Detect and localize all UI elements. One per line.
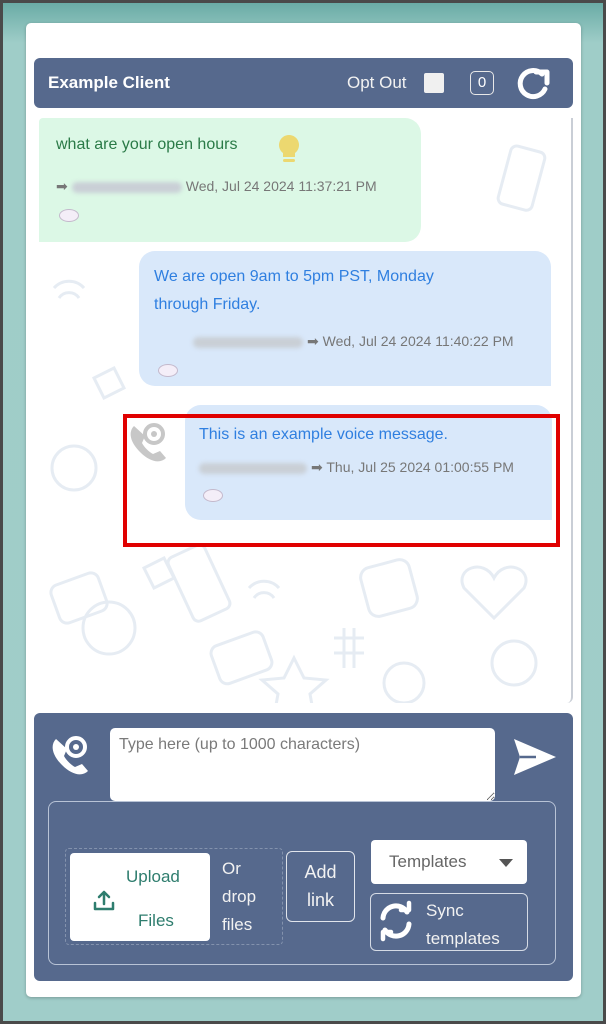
templates-dropdown[interactable]: Templates — [371, 840, 527, 884]
upload-icon — [93, 890, 115, 911]
message-text: what are your open hours — [56, 136, 238, 153]
sync-label-line1: Sync — [426, 901, 464, 920]
arrow-icon: ➡ — [307, 333, 319, 349]
message-timestamp: Wed, Jul 24 2024 11:37:21 PM — [185, 178, 377, 194]
drop-hint-line1: Or — [222, 859, 241, 878]
message-timestamp: Wed, Jul 24 2024 11:40:22 PM — [322, 333, 514, 349]
add-link-line2: link — [306, 890, 334, 910]
arrow-icon: ➡ — [56, 178, 68, 194]
chat-header: Example Client Opt Out 0 — [34, 58, 573, 108]
sync-templates-button[interactable]: Sync templates — [370, 893, 528, 951]
highlight-box — [123, 414, 560, 547]
chat-card: Example Client Opt Out 0 what are your o… — [26, 23, 581, 997]
message-text-line1: We are open 9am to 5pm PST, Monday — [154, 268, 434, 285]
message-input[interactable] — [110, 728, 495, 801]
refresh-icon[interactable] — [512, 63, 554, 105]
message-outgoing: We are open 9am to 5pm PST, Monday throu… — [139, 251, 551, 386]
unread-count-badge: 0 — [470, 71, 494, 95]
composer: Upload Files Or drop files Add link Temp… — [34, 713, 573, 981]
opt-out-label: Opt Out — [347, 73, 407, 92]
reaction-icon[interactable] — [158, 364, 178, 377]
sync-icon — [380, 900, 412, 942]
voice-call-icon[interactable] — [48, 731, 96, 779]
drop-hint-line3: files — [222, 915, 253, 934]
message-meta: ➡ Wed, Jul 24 2024 11:37:21 PM — [56, 178, 377, 195]
drop-files-hint: Or drop files — [222, 855, 282, 939]
page-background: Example Client Opt Out 0 what are your o… — [3, 3, 603, 1021]
client-name: Example Client — [48, 73, 170, 92]
sync-label-line2: templates — [426, 929, 500, 948]
lightbulb-icon — [279, 135, 299, 162]
sender-name-blurred — [193, 336, 303, 348]
message-meta: ➡ Wed, Jul 24 2024 11:40:22 PM — [189, 333, 514, 350]
sync-templates-label: Sync templates — [426, 897, 500, 953]
chevron-down-icon — [499, 859, 513, 867]
add-link-line1: Add — [304, 862, 337, 882]
message-incoming: what are your open hours ➡ Wed, Jul 24 20… — [39, 118, 421, 242]
file-dropzone[interactable]: Upload Files Or drop files — [65, 848, 283, 945]
attachment-panel: Upload Files Or drop files Add link Temp… — [48, 801, 556, 965]
add-link-button[interactable]: Add link — [286, 851, 355, 922]
upload-label-line2: Files — [138, 911, 174, 930]
upload-files-button[interactable]: Upload Files — [70, 853, 210, 941]
sender-name-blurred — [71, 181, 182, 193]
templates-selected: Templates — [389, 852, 467, 871]
opt-out-checkbox[interactable] — [424, 73, 444, 93]
message-thread[interactable]: what are your open hours ➡ Wed, Jul 24 20… — [34, 118, 573, 703]
send-icon[interactable] — [510, 735, 558, 779]
reaction-icon[interactable] — [59, 209, 79, 222]
message-text-line2: through Friday. — [154, 296, 261, 313]
upload-label-line1: Upload — [126, 867, 180, 886]
drop-hint-line2: drop — [222, 887, 257, 906]
